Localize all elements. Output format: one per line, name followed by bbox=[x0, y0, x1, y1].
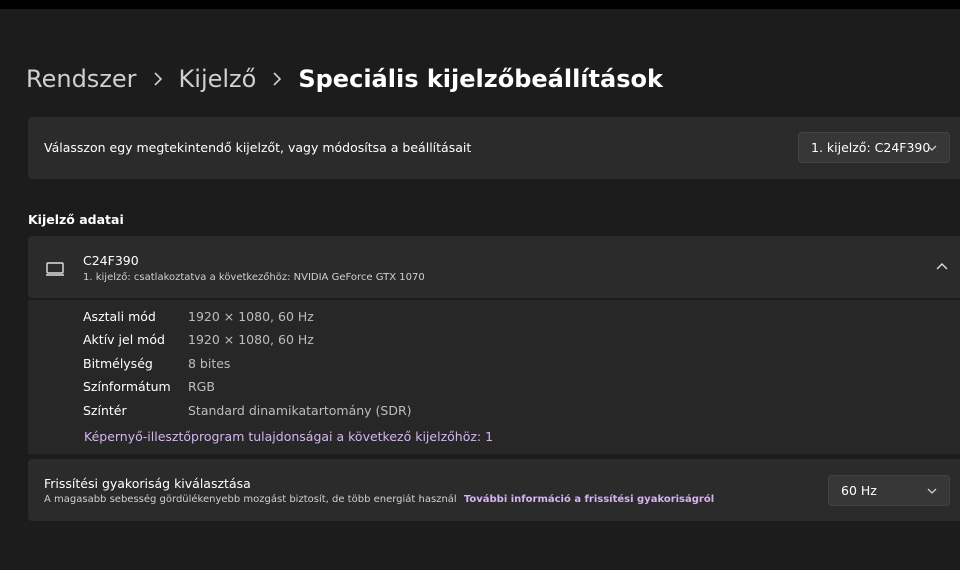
property-value: Standard dinamikatartomány (SDR) bbox=[188, 403, 412, 418]
chevron-up-icon[interactable] bbox=[936, 262, 948, 270]
display-dropdown[interactable]: 1. kijelző: C24F390 bbox=[798, 132, 950, 163]
refresh-rate-description: A magasabb sebesség gördülékenyebb mozgá… bbox=[44, 494, 714, 505]
chevron-right-icon bbox=[153, 72, 163, 86]
refresh-rate-title: Frissítési gyakoriság kiválasztása bbox=[44, 476, 251, 491]
breadcrumb: Rendszer Kijelző Speciális kijelzőbeállí… bbox=[26, 65, 663, 93]
monitor-connection: 1. kijelző: csatlakoztatva a következőhö… bbox=[83, 272, 425, 283]
property-key: Bitmélység bbox=[83, 356, 153, 371]
adapter-properties-link[interactable]: Képernyő-illesztőprogram tulajdonságai a… bbox=[84, 429, 493, 444]
property-key: Aktív jel mód bbox=[83, 332, 165, 347]
refresh-rate-value: 60 Hz bbox=[841, 483, 877, 498]
monitor-icon bbox=[46, 262, 64, 276]
chevron-down-icon bbox=[927, 145, 937, 151]
chevron-down-icon bbox=[927, 488, 937, 494]
property-key: Színtér bbox=[83, 403, 127, 418]
property-key: Színformátum bbox=[83, 379, 171, 394]
property-value: 1920 × 1080, 60 Hz bbox=[188, 332, 314, 347]
display-select-card: Válasszon egy megtekintendő kijelzőt, va… bbox=[28, 117, 960, 179]
title-bar bbox=[0, 0, 960, 9]
property-key: Asztali mód bbox=[83, 309, 156, 324]
monitor-name: C24F390 bbox=[83, 253, 139, 268]
property-value: RGB bbox=[188, 379, 215, 394]
display-select-label: Válasszon egy megtekintendő kijelzőt, va… bbox=[44, 140, 472, 155]
breadcrumb-item-system[interactable]: Rendszer bbox=[26, 65, 137, 93]
section-title-display-info: Kijelző adatai bbox=[28, 212, 124, 227]
refresh-rate-card: Frissítési gyakoriság kiválasztása A mag… bbox=[28, 459, 960, 521]
display-info-details: Asztali mód 1920 × 1080, 60 Hz Aktív jel… bbox=[28, 300, 960, 454]
refresh-rate-description-text: A magasabb sebesség gördülékenyebb mozgá… bbox=[44, 494, 457, 505]
property-value: 1920 × 1080, 60 Hz bbox=[188, 309, 314, 324]
breadcrumb-item-display[interactable]: Kijelző bbox=[179, 65, 257, 93]
property-value: 8 bites bbox=[188, 356, 231, 371]
chevron-right-icon bbox=[272, 72, 282, 86]
display-info-header[interactable]: C24F390 1. kijelző: csatlakoztatva a köv… bbox=[28, 236, 960, 298]
display-dropdown-value: 1. kijelző: C24F390 bbox=[811, 140, 931, 155]
refresh-rate-info-link[interactable]: További információ a frissítési gyakoris… bbox=[464, 494, 714, 505]
refresh-rate-dropdown[interactable]: 60 Hz bbox=[828, 475, 950, 506]
page-title: Speciális kijelzőbeállítások bbox=[298, 65, 663, 93]
settings-page: Rendszer Kijelző Speciális kijelzőbeállí… bbox=[0, 9, 960, 570]
